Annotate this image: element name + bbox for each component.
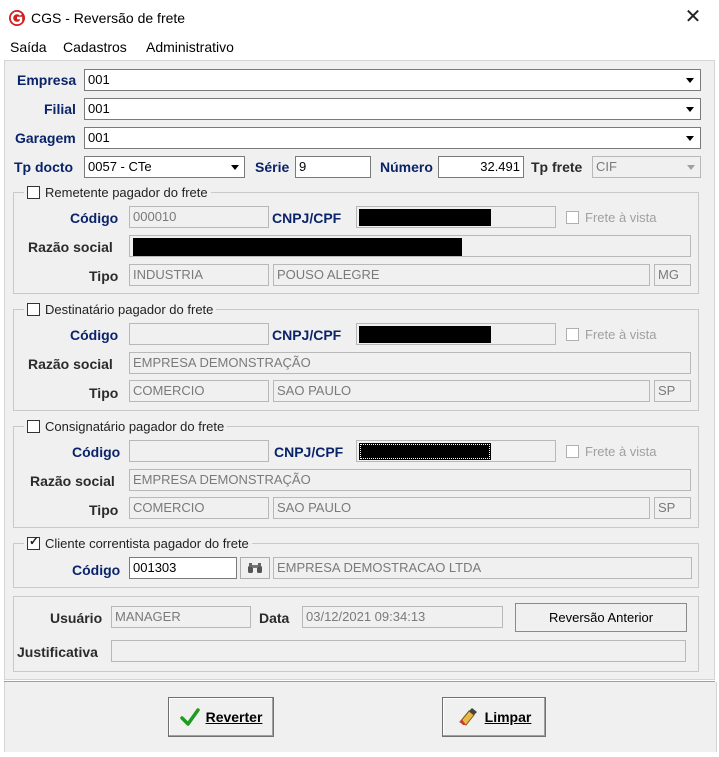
consignatario-codigo-label: Código xyxy=(72,444,121,460)
empresa-label: Empresa xyxy=(17,72,77,88)
usuario-label: Usuário xyxy=(50,610,103,626)
remetente-frete-vista-label: Frete à vista xyxy=(585,210,657,225)
consignatario-legend-text: Consignatário pagador do frete xyxy=(45,419,225,434)
consignatario-razao-input: EMPRESA DEMONSTRAÇÃO xyxy=(129,469,691,491)
remetente-frete-vista: Frete à vista xyxy=(566,210,657,225)
app-logo-icon xyxy=(8,9,26,27)
destinatario-frete-vista-label: Frete à vista xyxy=(585,327,657,342)
reverter-label: Reverter xyxy=(205,709,263,725)
serie-input[interactable]: 9 xyxy=(295,156,371,178)
destinatario-tipo-label: Tipo xyxy=(89,385,119,401)
garagem-dropdown-icon[interactable] xyxy=(681,129,698,147)
consignatario-frete-vista-checkbox xyxy=(566,445,579,458)
destinatario-frete-vista: Frete à vista xyxy=(566,327,657,342)
usuario-input: MANAGER xyxy=(111,606,251,628)
data-label: Data xyxy=(259,610,290,626)
destinatario-frete-vista-checkbox xyxy=(566,328,579,341)
consignatario-cnpj-redaction xyxy=(359,443,491,460)
cliente-codigo-label: Código xyxy=(72,562,121,578)
destinatario-razao-input: EMPRESA DEMONSTRAÇÃO xyxy=(129,352,691,374)
tp-frete-dropdown-icon xyxy=(682,158,699,176)
reversao-anterior-button[interactable]: Reversão Anterior xyxy=(515,603,687,632)
tp-frete-label: Tp frete xyxy=(531,159,583,175)
remetente-cidade-input: POUSO ALEGRE xyxy=(273,264,650,286)
numero-input[interactable]: 32.491 xyxy=(438,156,524,178)
justificativa-input[interactable] xyxy=(111,640,686,662)
serie-label: Série xyxy=(255,159,290,175)
destinatario-tipo-input: COMERCIO xyxy=(129,380,269,402)
remetente-razao-redaction xyxy=(133,238,462,256)
limpar-label: Limpar xyxy=(484,709,532,725)
remetente-cnpj-redaction xyxy=(359,209,491,226)
remetente-legend-text: Remetente pagador do frete xyxy=(45,185,208,200)
empresa-dropdown-icon[interactable] xyxy=(681,71,698,89)
menu-saida[interactable]: Saída xyxy=(10,39,47,55)
consignatario-frete-vista: Frete à vista xyxy=(566,444,657,459)
cliente-codigo-input[interactable]: 001303 xyxy=(129,557,237,579)
destinatario-cnpj-label: CNPJ/CPF xyxy=(272,327,342,343)
cliente-checkbox[interactable]: ✓ xyxy=(27,534,40,550)
remetente-codigo-label: Código xyxy=(70,210,119,226)
garagem-select[interactable]: 001 xyxy=(84,127,701,149)
remetente-checkbox[interactable] xyxy=(27,186,40,199)
remetente-cnpj-label: CNPJ/CPF xyxy=(272,210,342,226)
destinatario-checkbox[interactable] xyxy=(27,303,40,316)
window-title: CGS - Reversão de frete xyxy=(31,10,186,26)
destinatario-codigo-input xyxy=(129,323,269,345)
remetente-codigo-input: 000010 xyxy=(129,206,269,228)
menu-administrativo[interactable]: Administrativo xyxy=(146,39,234,55)
numero-label: Número xyxy=(380,159,433,175)
filial-dropdown-icon[interactable] xyxy=(681,100,698,118)
destinatario-cidade-input: SAO PAULO xyxy=(273,380,650,402)
garagem-label: Garagem xyxy=(15,130,76,146)
remetente-razao-label: Razão social xyxy=(28,239,113,255)
cliente-legend: ✓ Cliente correntista pagador do frete xyxy=(24,534,252,551)
cliente-nome-input: EMPRESA DEMOSTRACAO LTDA xyxy=(273,557,692,579)
tp-docto-label: Tp docto xyxy=(14,159,74,175)
menu-cadastros[interactable]: Cadastros xyxy=(63,39,127,55)
empresa-select[interactable]: 001 xyxy=(84,69,701,91)
destinatario-cnpj-redaction xyxy=(359,326,491,343)
checkmark-icon xyxy=(179,708,200,726)
binoculars-icon xyxy=(248,563,262,573)
remetente-uf-input: MG xyxy=(654,264,691,286)
destinatario-legend: Destinatário pagador do frete xyxy=(24,302,217,317)
consignatario-legend: Consignatário pagador do frete xyxy=(24,419,228,434)
consignatario-cidade-input: SAO PAULO xyxy=(273,497,650,519)
close-icon[interactable]: ✕ xyxy=(682,6,704,28)
justificativa-label: Justificativa xyxy=(17,644,98,660)
remetente-legend: Remetente pagador do frete xyxy=(24,185,211,200)
remetente-frete-vista-checkbox xyxy=(566,211,579,224)
destinatario-uf-input: SP xyxy=(654,380,691,402)
consignatario-tipo-label: Tipo xyxy=(89,502,119,518)
limpar-button[interactable]: Limpar xyxy=(442,697,546,737)
consignatario-cnpj-label: CNPJ/CPF xyxy=(274,444,344,460)
tp-docto-select[interactable]: 0057 - CTe xyxy=(84,156,245,178)
destinatario-razao-label: Razão social xyxy=(28,356,113,372)
button-bar xyxy=(4,682,717,752)
cliente-legend-text: Cliente correntista pagador do frete xyxy=(45,536,249,551)
remetente-tipo-label: Tipo xyxy=(89,268,119,284)
consignatario-uf-input: SP xyxy=(654,497,691,519)
consignatario-razao-label: Razão social xyxy=(30,473,115,489)
tp-docto-dropdown-icon[interactable] xyxy=(226,158,243,176)
destinatario-codigo-label: Código xyxy=(70,327,119,343)
destinatario-legend-text: Destinatário pagador do frete xyxy=(45,302,214,317)
consignatario-frete-vista-label: Frete à vista xyxy=(585,444,657,459)
eraser-icon xyxy=(458,708,477,726)
consignatario-codigo-input xyxy=(129,440,269,462)
remetente-tipo-input: INDUSTRIA xyxy=(129,264,269,286)
filial-select[interactable]: 001 xyxy=(84,98,701,120)
consignatario-tipo-input: COMERCIO xyxy=(129,497,269,519)
cliente-search-button[interactable] xyxy=(240,557,270,579)
filial-label: Filial xyxy=(44,101,76,117)
data-input: 03/12/2021 09:34:13 xyxy=(302,606,503,628)
reverter-button[interactable]: Reverter xyxy=(168,697,274,737)
consignatario-checkbox[interactable] xyxy=(27,420,40,433)
